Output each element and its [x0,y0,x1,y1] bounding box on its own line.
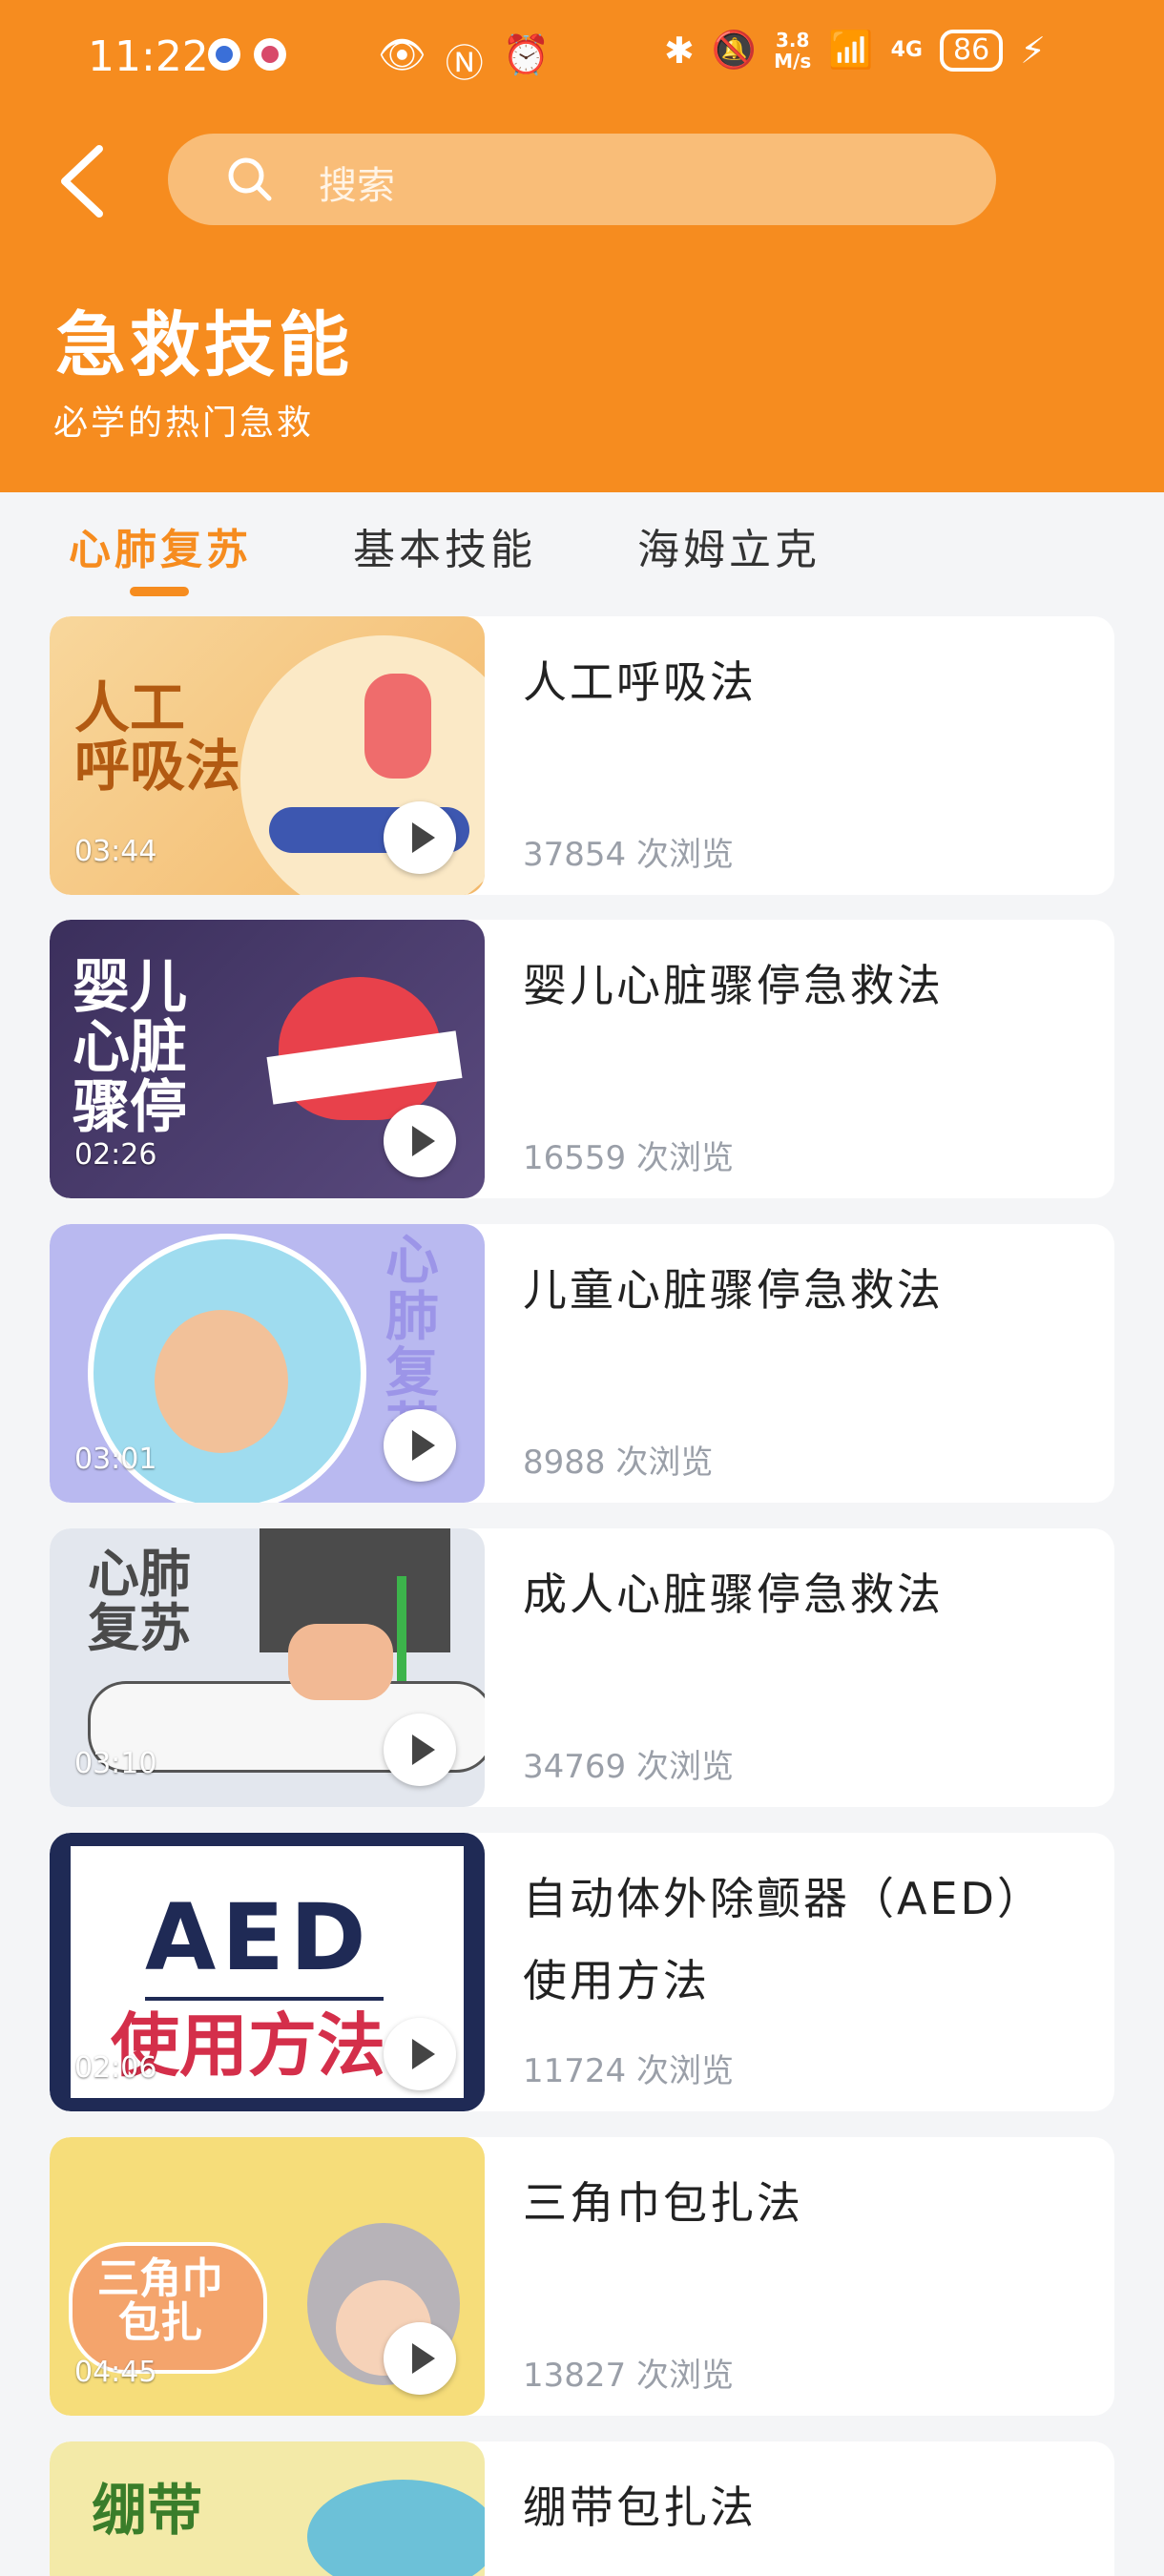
status-bar: 11:22 👁 Ⓝ ⏰ ✱ 🔕 3.8 M/s 📶 4G 86 ⚡ [0,0,1164,114]
nfc-icon: Ⓝ [445,42,484,86]
list-item[interactable]: 三角巾 包扎 04:45 三角巾包扎法 13827 次浏览 [50,2137,1114,2416]
thumbnail-caption: 婴儿 心脏 骤停 [73,954,187,1141]
net-speed: 3.8 M/s [774,28,812,73]
view-count-suffix: 次浏览 [635,836,734,874]
thumbnail-caption: AED [145,1884,372,1991]
view-count-number: 13827 [523,2357,627,2395]
play-icon[interactable] [384,2322,456,2395]
video-title: 自动体外除颤器（AED）使用方法 [523,1873,1044,2006]
tab-basic-skills[interactable]: 基本技能 [353,515,536,576]
search-bar[interactable]: 搜索 [168,134,996,225]
view-count-suffix: 次浏览 [635,2357,734,2395]
view-count-number: 34769 [523,1748,627,1786]
play-icon[interactable] [384,1714,456,1786]
signal-label: 4G [890,38,923,62]
list-item[interactable]: AED 使用方法 02:06 自动体外除颤器（AED）使用方法 11724 次浏… [50,1833,1114,2111]
video-title: 绷带包扎法 [523,2482,757,2533]
view-count-number: 11724 [523,2052,627,2090]
search-placeholder: 搜索 [319,164,395,208]
page-subtitle: 必学的热门急救 [53,404,315,443]
battery-level: 86 [940,29,1004,72]
video-thumbnail[interactable]: 心肺 复苏 03:10 [50,1528,485,1807]
video-title: 儿童心脏骤停急救法 [523,1264,944,1316]
thumbnail-caption: 人工 呼吸法 [74,675,241,799]
video-duration: 03:10 [74,1747,157,1780]
play-icon[interactable] [384,801,456,874]
view-count-suffix: 次浏览 [635,1748,734,1786]
list-item[interactable]: 绷带 绷带包扎法 [50,2441,1114,2576]
list-item[interactable]: 心肺复苏 03:01 儿童心脏骤停急救法 8988 次浏览 [50,1224,1114,1503]
charging-icon: ⚡ [1020,29,1046,72]
search-icon [228,157,272,201]
video-duration: 04:45 [74,2356,157,2389]
view-count-suffix: 次浏览 [635,1139,734,1177]
wifi-icon: 📶 [828,29,874,71]
video-thumbnail[interactable]: 心肺复苏 03:01 [50,1224,485,1503]
status-right-icons: ✱ 🔕 3.8 M/s 📶 4G 86 ⚡ [664,29,1046,72]
status-time: 11:22 [88,32,209,81]
play-icon[interactable] [384,1105,456,1177]
status-app-icons [208,38,286,71]
view-count: 34769 次浏览 [523,1740,734,1787]
page-title: 急救技能 [55,304,353,386]
view-count: 16559 次浏览 [523,1132,734,1178]
play-icon[interactable] [384,1409,456,1482]
view-count-suffix: 次浏览 [615,1444,714,1482]
view-count: 8988 次浏览 [523,1436,713,1483]
list-item[interactable]: 人工 呼吸法 03:44 人工呼吸法 37854 次浏览 [50,616,1114,895]
bluetooth-icon: ✱ [664,29,695,72]
video-duration: 03:44 [74,835,157,868]
play-icon[interactable] [384,2018,456,2090]
video-thumbnail[interactable]: 婴儿 心脏 骤停 02:26 [50,920,485,1198]
list-item[interactable]: 心肺 复苏 03:10 成人心脏骤停急救法 34769 次浏览 [50,1528,1114,1807]
video-thumbnail[interactable]: AED 使用方法 02:06 [50,1833,485,2111]
video-title: 人工呼吸法 [523,656,757,708]
back-arrow-icon[interactable] [55,143,113,219]
header: 11:22 👁 Ⓝ ⏰ ✱ 🔕 3.8 M/s 📶 4G 86 ⚡ 搜索 急救技 [0,0,1164,492]
view-count: 13827 次浏览 [523,2349,734,2396]
status-mid-icons: 👁 Ⓝ ⏰ [378,32,551,88]
thumbnail-caption: 心肺 复苏 [88,1544,191,1658]
thumbnail-caption: 绷带 [92,2478,203,2543]
tab-heimlich[interactable]: 海姆立克 [637,515,821,576]
video-thumbnail[interactable]: 人工 呼吸法 03:44 [50,616,485,895]
video-title: 成人心脏骤停急救法 [523,1568,944,1620]
video-thumbnail[interactable]: 绷带 [50,2441,485,2576]
thumbnail-caption: 三角巾 包扎 [97,2254,223,2348]
video-title: 婴儿心脏骤停急救法 [523,960,944,1011]
view-count-suffix: 次浏览 [635,2052,734,2090]
active-tab-indicator [130,587,189,596]
view-count: 37854 次浏览 [523,828,734,875]
video-duration: 02:26 [74,1138,157,1172]
alarm-icon: ⏰ [502,33,551,77]
app-notification-icon [254,38,286,71]
eye-icon: 👁 [378,33,426,77]
view-count-number: 8988 [523,1444,606,1482]
tab-cpr[interactable]: 心肺复苏 [69,515,252,576]
category-tabs: 心肺复苏 基本技能 海姆立克 [0,492,1164,597]
video-thumbnail[interactable]: 三角巾 包扎 04:45 [50,2137,485,2416]
video-duration: 03:01 [74,1443,157,1476]
app-notification-icon [208,38,240,71]
view-count-number: 16559 [523,1139,627,1177]
view-count: 11724 次浏览 [523,2045,734,2091]
video-duration: 02:06 [74,2051,157,2085]
list-item[interactable]: 婴儿 心脏 骤停 02:26 婴儿心脏骤停急救法 16559 次浏览 [50,920,1114,1198]
video-title: 三角巾包扎法 [523,2177,803,2229]
view-count-number: 37854 [523,836,627,874]
mute-icon: 🔕 [711,29,758,71]
